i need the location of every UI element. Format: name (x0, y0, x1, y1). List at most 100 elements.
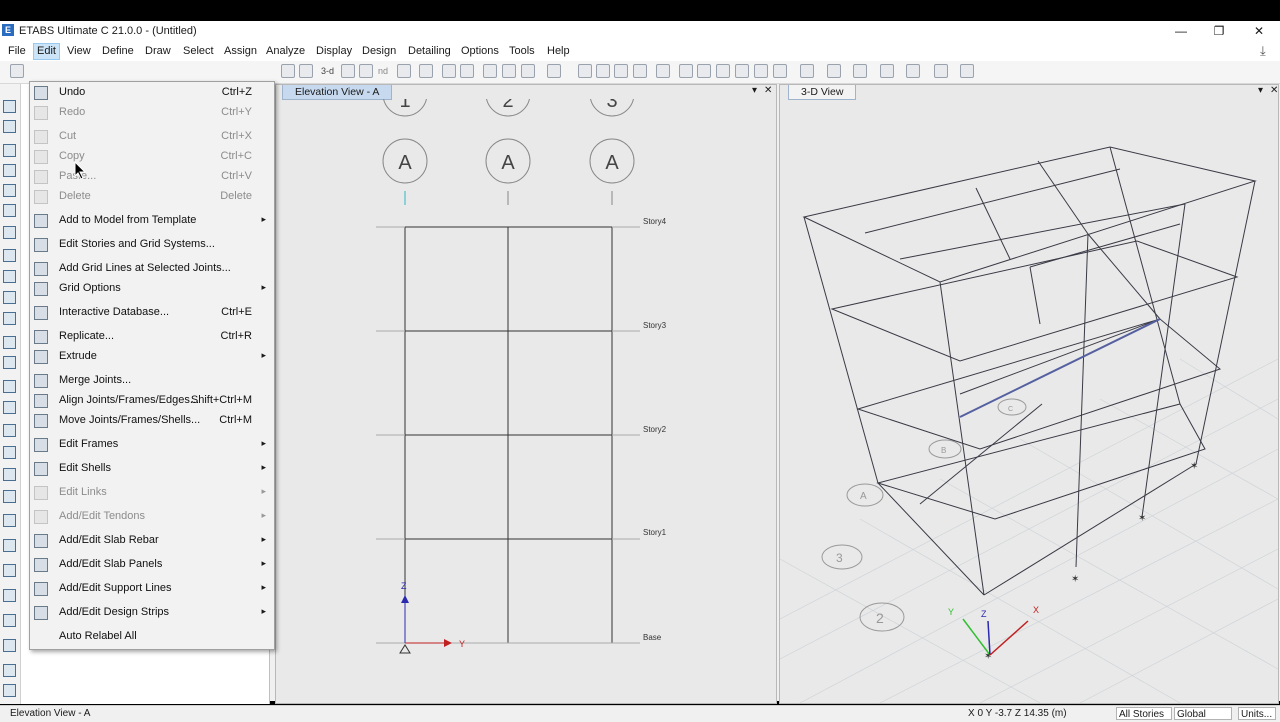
download-icon[interactable]: ⤓ (1260, 43, 1266, 59)
draw-strip-icon[interactable] (3, 468, 16, 481)
draw-frame-icon[interactable] (578, 64, 592, 78)
assign-restraint-icon[interactable] (827, 64, 841, 78)
menu-assign[interactable]: Assign (221, 44, 260, 59)
elevation-view-icon[interactable] (359, 64, 373, 78)
quick-draw-icon[interactable] (3, 184, 16, 197)
select-all-icon[interactable] (483, 64, 497, 78)
view-dropdown-icon[interactable]: ▾ (752, 85, 757, 96)
menu-define[interactable]: Define (99, 44, 137, 59)
3d-highlight-beam[interactable] (959, 318, 1161, 418)
menu-design[interactable]: Design (359, 44, 399, 59)
coordinate-system-dropdown[interactable]: Global (1174, 707, 1232, 720)
draw-dimension-icon[interactable] (773, 64, 787, 78)
3d-view-close-icon[interactable]: ✕ (1270, 85, 1278, 96)
section-cut-icon[interactable] (800, 64, 814, 78)
draw-floor-icon[interactable] (679, 64, 693, 78)
3d-frame-structure[interactable] (802, 146, 1257, 596)
menu-edit[interactable]: Edit (33, 43, 60, 60)
3d-view-dropdown-icon[interactable]: ▾ (1258, 85, 1263, 96)
edit-menu-item[interactable]: Add Grid Lines at Selected Joints... (30, 258, 272, 280)
menu-select[interactable]: Select (180, 44, 217, 59)
menu-options[interactable]: Options (458, 44, 502, 59)
pointer-icon[interactable] (3, 100, 16, 113)
assign-diaphragm-icon[interactable] (934, 64, 948, 78)
draw-link-icon[interactable] (3, 380, 16, 393)
draw-support-icon[interactable] (3, 490, 16, 503)
plan-view-icon[interactable] (341, 64, 355, 78)
refresh-icon[interactable] (397, 64, 411, 78)
draw-dimension-tool-icon[interactable] (3, 564, 16, 577)
draw-opening-tool-icon[interactable] (3, 291, 16, 304)
view-close-icon[interactable]: ✕ (764, 85, 772, 96)
edit-menu-item[interactable]: Edit Frames ▸ (30, 434, 272, 456)
draw-ramp-icon[interactable] (754, 64, 768, 78)
minimize-button[interactable]: — (1162, 21, 1200, 41)
3d-view-window[interactable]: 3-D View ▾ ✕ A B C 3 2 ✶ ✶ ✶ ✶ Y Z X (779, 84, 1279, 704)
draw-column-icon[interactable] (614, 64, 628, 78)
menu-detailing[interactable]: Detailing (405, 44, 454, 59)
draw-grid-icon[interactable] (3, 446, 16, 459)
draw-line-icon[interactable] (3, 144, 16, 157)
assign-property-icon[interactable] (906, 64, 920, 78)
perspective-icon[interactable] (419, 64, 433, 78)
snap-perpendicular-icon[interactable] (3, 684, 16, 697)
snap-icon[interactable] (3, 614, 16, 627)
draw-rebar-icon[interactable] (3, 514, 16, 527)
view-3d-icon[interactable]: 3-d (321, 66, 334, 76)
menu-analyze[interactable]: Analyze (263, 44, 308, 59)
draw-column-tool-icon[interactable] (3, 204, 16, 217)
draw-null-icon[interactable] (3, 312, 16, 325)
draw-tendon-icon[interactable] (3, 424, 16, 437)
draw-slab-icon[interactable] (735, 64, 749, 78)
assign-frame-icon[interactable] (960, 64, 974, 78)
menu-display[interactable]: Display (313, 44, 355, 59)
object-shrink-icon[interactable] (547, 64, 561, 78)
edit-menu-item[interactable]: Auto Relabel All (30, 626, 272, 648)
reshape-icon[interactable] (3, 120, 16, 133)
display-options-icon[interactable] (521, 64, 535, 78)
draw-reference-icon[interactable] (3, 589, 16, 602)
move-down-icon[interactable] (460, 64, 474, 78)
menu-draw[interactable]: Draw (142, 44, 174, 59)
assign-section-icon[interactable] (880, 64, 894, 78)
draw-wall-icon[interactable] (656, 64, 670, 78)
draw-brace-tool-icon[interactable] (3, 226, 16, 239)
3d-view-tab[interactable]: 3-D View (788, 85, 857, 100)
draw-section-icon[interactable] (3, 539, 16, 552)
menu-help[interactable]: Help (544, 44, 573, 59)
elevation-view-tab[interactable]: Elevation View - A (282, 85, 393, 100)
draw-area-icon[interactable] (697, 64, 711, 78)
draw-opening-icon[interactable] (716, 64, 730, 78)
edit-menu-item[interactable]: Undo Ctrl+Z (30, 82, 272, 104)
elevation-view-window[interactable]: Elevation View - A ▾ ✕ 1 2 3 A A A Story… (275, 84, 777, 704)
stories-dropdown[interactable]: All Stories (1116, 707, 1172, 720)
menu-view[interactable]: View (64, 44, 94, 59)
maximize-button[interactable]: ❐ (1200, 21, 1238, 41)
snap-intersect-icon[interactable] (3, 664, 16, 677)
draw-beam-icon[interactable] (596, 64, 610, 78)
pan-icon[interactable] (299, 64, 313, 78)
draw-area-tool-icon[interactable] (3, 336, 16, 349)
assign-load-icon[interactable] (853, 64, 867, 78)
edit-menu-item[interactable]: Add/Edit Slab Rebar ▸ (30, 530, 272, 552)
edit-menu-item[interactable]: Extrude ▸ (30, 346, 272, 368)
new-model-icon[interactable] (10, 64, 24, 78)
menu-tools[interactable]: Tools (506, 44, 538, 59)
draw-spring-icon[interactable] (3, 401, 16, 414)
edit-menu-item[interactable]: Interactive Database... Ctrl+E (30, 302, 272, 324)
edit-menu-item[interactable]: Add/Edit Design Strips ▸ (30, 602, 272, 624)
edit-menu-item[interactable]: Align Joints/Frames/Edges... Shift+Ctrl+M (30, 390, 272, 412)
move-up-icon[interactable] (442, 64, 456, 78)
close-button[interactable]: ✕ (1240, 21, 1278, 41)
snap-ends-icon[interactable] (3, 639, 16, 652)
edit-menu-item[interactable]: Edit Shells ▸ (30, 458, 272, 480)
draw-slab-tool-icon[interactable] (3, 356, 16, 369)
zoom-window-icon[interactable] (281, 64, 295, 78)
edit-menu-item[interactable]: Grid Options ▸ (30, 278, 272, 300)
draw-brace-icon[interactable] (633, 64, 647, 78)
draw-wall-tool-icon[interactable] (3, 270, 16, 283)
edit-menu-item[interactable]: Add/Edit Slab Panels ▸ (30, 554, 272, 576)
check-icon[interactable] (502, 64, 516, 78)
rotate-view-icon[interactable]: nd (378, 66, 388, 76)
edit-menu-item[interactable]: Edit Stories and Grid Systems... (30, 234, 272, 256)
